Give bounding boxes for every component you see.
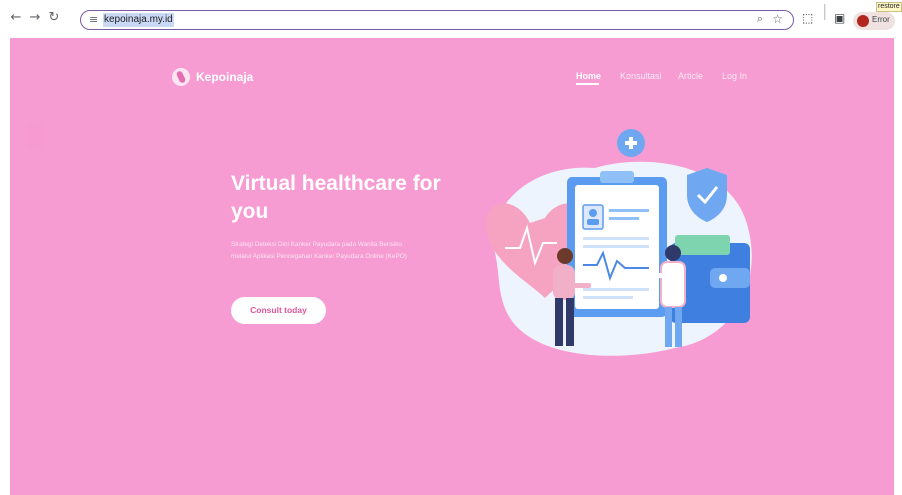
page-edge-decoration: [26, 122, 44, 150]
profile-button[interactable]: Error: [853, 12, 895, 30]
side-panel-icon[interactable]: ▣: [834, 11, 845, 25]
bookmark-star-icon[interactable]: ☆: [772, 12, 783, 26]
brand-name: Kepoinaja: [196, 70, 254, 84]
extensions-icon[interactable]: ⬚: [802, 11, 813, 25]
patient-figure-head: [557, 248, 573, 264]
record-line-4: [583, 245, 649, 248]
doctor-figure-arm: [645, 273, 663, 278]
browser-toolbar: ← → ↻ ≡ kepoinaja.my.id ⌕ ☆ ⬚ | ▣ Error …: [0, 0, 902, 38]
patient-figure-arm: [573, 283, 591, 288]
wallet-button: [719, 274, 727, 282]
address-bar[interactable]: ≡ kepoinaja.my.id ⌕ ☆: [80, 10, 794, 30]
doctor-figure-leg-right: [675, 307, 682, 347]
record-line-5: [583, 288, 649, 291]
brand-logo-icon: [172, 68, 190, 86]
patient-head: [589, 209, 597, 217]
reload-icon[interactable]: ↻: [47, 11, 61, 25]
consult-today-button[interactable]: Consult today: [231, 297, 326, 324]
wallet-clasp: [710, 268, 750, 288]
patient-figure-leg-right: [566, 298, 574, 346]
zoom-icon[interactable]: ⌕: [757, 12, 763, 26]
site-settings-icon[interactable]: ≡: [89, 13, 98, 26]
patient-figure-torso: [553, 265, 575, 300]
nav-login[interactable]: Log In: [722, 71, 747, 81]
healthcare-illustration: [486, 129, 752, 356]
restore-label: restore: [876, 2, 902, 12]
plus-vertical: [629, 137, 633, 149]
clipboard-clip: [600, 171, 634, 183]
toolbar-divider: |: [822, 1, 828, 20]
forward-icon[interactable]: →: [28, 11, 42, 25]
record-line-6: [583, 296, 633, 299]
nav-article[interactable]: Article: [678, 71, 703, 81]
doctor-figure-head: [665, 245, 681, 261]
hero-description: Strategi Deteksi Dini Kanker Payudara pa…: [231, 241, 407, 260]
url-text[interactable]: kepoinaja.my.id: [103, 13, 174, 27]
doctor-figure-leg-left: [665, 307, 672, 347]
money-notes: [675, 235, 730, 255]
web-page: Kepoinaja Home Konsultasi Article Log In…: [10, 38, 894, 495]
profile-error-label: Error: [872, 15, 890, 24]
nav-konsultasi[interactable]: Konsultasi: [620, 71, 662, 81]
doctor-figure-coat: [660, 261, 686, 308]
nav-home[interactable]: Home: [576, 71, 601, 81]
record-line-2: [609, 217, 639, 220]
avatar: [857, 15, 869, 27]
patient-body: [587, 219, 599, 225]
record-line-3: [583, 237, 649, 240]
back-icon[interactable]: ←: [9, 11, 23, 25]
record-line-1: [609, 209, 649, 212]
patient-figure-leg-left: [555, 298, 563, 346]
hero-title: Virtual healthcare for you: [231, 172, 441, 223]
nav-active-underline: [576, 83, 599, 85]
